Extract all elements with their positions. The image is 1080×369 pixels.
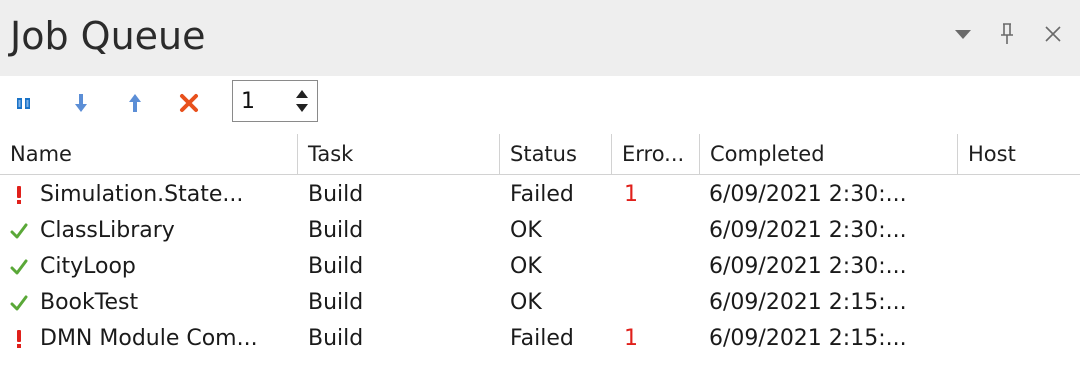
table-row[interactable]: DMN Module Com... Build Failed 1 6/09/2021 2…	[0, 321, 1080, 357]
close-icon[interactable]	[1036, 16, 1070, 52]
count-stepper[interactable]	[232, 80, 318, 122]
cell-status: Failed	[510, 326, 574, 351]
job-table: Name Task Status Erro... Completed Host …	[0, 134, 1080, 357]
table-row[interactable]: ClassLibrary Build OK 6/09/2021 2:30:...	[0, 213, 1080, 249]
cell-task: Build	[308, 182, 364, 207]
table-row[interactable]: BookTest Build OK 6/09/2021 2:15:...	[0, 285, 1080, 321]
title-bar: Job Queue	[0, 0, 1080, 76]
cell-status: OK	[510, 290, 542, 315]
cell-host	[968, 177, 1078, 213]
cell-completed: 6/09/2021 2:15:...	[709, 326, 907, 351]
move-down-icon[interactable]	[66, 88, 96, 118]
column-header-name[interactable]: Name	[0, 134, 298, 174]
cell-errors: 1	[624, 182, 638, 207]
cell-host	[968, 285, 1078, 321]
cell-status: OK	[510, 218, 542, 243]
cell-errors	[624, 213, 698, 249]
cell-name: ClassLibrary	[40, 218, 175, 243]
cell-completed: 6/09/2021 2:15:...	[709, 290, 907, 315]
table-row[interactable]: Simulation.State... Build Failed 1 6/09/2021…	[0, 177, 1080, 213]
cell-host	[968, 321, 1078, 357]
column-header-task[interactable]: Task	[298, 134, 500, 174]
job-queue-panel: Job Queue 1 Name Task Status Erro... Com…	[0, 0, 1080, 369]
error-icon	[8, 177, 30, 213]
cell-name: DMN Module Com...	[40, 326, 258, 351]
pause-icon[interactable]	[10, 88, 40, 118]
cell-errors	[624, 285, 698, 321]
toolbar	[0, 76, 1080, 128]
cell-name: BookTest	[40, 290, 139, 315]
delete-icon[interactable]	[174, 88, 204, 118]
cell-completed: 6/09/2021 2:30:...	[709, 218, 907, 243]
cell-task: Build	[308, 290, 364, 315]
cell-completed: 6/09/2021 2:30:...	[709, 182, 907, 207]
move-up-icon[interactable]	[120, 88, 150, 118]
cell-name: Simulation.State...	[40, 182, 244, 207]
cell-errors	[624, 249, 698, 285]
dropdown-icon[interactable]	[946, 16, 980, 52]
cell-completed: 6/09/2021 2:30:...	[709, 254, 907, 279]
column-header-errors[interactable]: Erro...	[612, 134, 700, 174]
table-body: Simulation.State... Build Failed 1 6/09/2021…	[0, 175, 1080, 357]
panel-title: Job Queue	[10, 14, 206, 58]
check-icon	[8, 249, 30, 285]
cell-host	[968, 249, 1078, 285]
cell-status: Failed	[510, 182, 574, 207]
error-icon	[8, 321, 30, 357]
cell-task: Build	[308, 254, 364, 279]
stepper-arrows-icon[interactable]	[291, 85, 313, 117]
cell-errors: 1	[624, 326, 638, 351]
column-header-status[interactable]: Status	[500, 134, 612, 174]
table-row[interactable]: CityLoop Build OK 6/09/2021 2:30:...	[0, 249, 1080, 285]
check-icon	[8, 213, 30, 249]
cell-task: Build	[308, 218, 364, 243]
column-header-completed[interactable]: Completed	[700, 134, 958, 174]
column-header-host[interactable]: Host	[958, 134, 1080, 174]
cell-host	[968, 213, 1078, 249]
cell-status: OK	[510, 254, 542, 279]
check-icon	[8, 285, 30, 321]
cell-task: Build	[308, 326, 364, 351]
table-header: Name Task Status Erro... Completed Host	[0, 134, 1080, 175]
pin-icon[interactable]	[990, 16, 1024, 52]
cell-name: CityLoop	[40, 254, 136, 279]
count-stepper-input[interactable]	[235, 83, 291, 119]
